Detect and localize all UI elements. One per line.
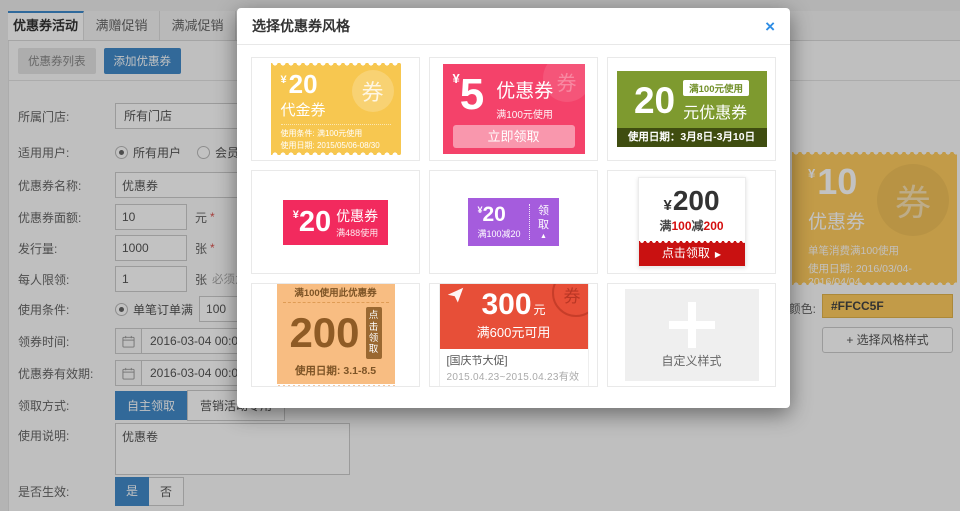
style-card-tomato[interactable]: 券 300元 满600元可用 [国庆节大促] 2015.04.23~2015.0… [429,283,598,387]
condition-value: 100 [671,219,691,233]
plus-icon [669,302,715,348]
coupon-thumb: 满100使用此优惠券 200 点击领取 使用日期: 3.1-8.5 [277,283,395,387]
amount: 300 [481,288,531,321]
use-condition: 满100减20 [477,227,520,240]
style-card-custom[interactable]: 自定义样式 [607,283,776,387]
style-card-peach[interactable]: 满100使用此优惠券 200 点击领取 使用日期: 3.1-8.5 [251,283,420,387]
currency: ¥ [663,197,671,214]
currency: ¥ [281,74,287,86]
coupon-thumb: ¥20 满100减20 领取 ▲ [468,198,558,247]
custom-style-label: 自定义样式 [661,352,721,369]
style-card-yellow-voucher[interactable]: 券 ¥20 代金券 使用条件: 满100元使用 使用日期: 2015/05/06… [251,57,420,161]
dotted-divider [529,204,530,241]
use-condition: 满488使用 [336,226,378,239]
modal-header: 选择优惠券风格 × [237,8,790,45]
style-grid: 券 ¥20 代金券 使用条件: 满100元使用 使用日期: 2015/05/06… [237,45,790,399]
coupon-thumb: ¥20 优惠券 满488使用 [283,200,388,245]
coupon-stamp-icon: 券 [352,70,394,112]
claim-now-button[interactable]: 立即领取 [453,125,575,148]
amount: 200 [289,314,359,352]
click-claim-button[interactable]: 点击领取 [366,307,382,359]
coupon-edge [639,241,745,245]
use-condition: 使用条件: 满100元使用 [281,128,391,140]
coupon-edge [271,150,401,155]
custom-style-box: 自定义样式 [625,289,759,381]
coupon-thumb: 券 300元 满600元可用 [国庆节大促] 2015.04.23~2015.0… [439,283,589,387]
amount: 200 [673,185,720,216]
condition-value: 200 [704,219,724,233]
use-condition: 满600元可用 [440,322,588,341]
paper-plane-icon [447,287,464,309]
triangle-up-icon: ▲ [538,233,550,240]
coupon-style-modal: 选择优惠券风格 × 券 ¥20 代金券 使用条件: 满100元使用 使用日期: … [237,8,790,408]
condition-text: 满 [659,219,671,233]
amount: 20 [289,69,318,99]
style-card-red-ribbon[interactable]: ¥20 优惠券 满488使用 [251,170,420,274]
condition-text: 减 [692,219,704,233]
modal-title: 选择优惠券风格 [252,16,350,36]
coupon-title: 优惠券 [336,206,378,226]
amount: 20 [483,203,506,226]
coupon-stamp-icon: 券 [543,57,591,102]
triangle-right-icon: ▶ [715,250,721,259]
use-date: 使用日期：3月8日-3月10日 [617,128,767,147]
coupon-edge [277,385,395,387]
coupon-thumb: 券 ¥5 优惠券 满100元使用 立即领取 [443,64,585,154]
coupon-thumb: ¥200 满100减200 点击领取▶ [638,177,746,267]
currency: ¥ [453,71,460,86]
condition-badge: 满100元使用 [683,80,749,96]
amount: 5 [460,70,484,119]
style-card-pink-claim[interactable]: 券 ¥5 优惠券 满100元使用 立即领取 [429,57,598,161]
coupon-edge [271,63,401,68]
claim-label: 领取 [538,204,550,233]
valid-range: 2015.04.23~2015.04.23有效 [447,368,581,383]
style-card-green-banner[interactable]: 20 满100元使用 元优惠券 使用日期：3月8日-3月10日 [607,57,776,161]
amount: 20 [634,84,675,117]
use-condition: 满100使用此优惠券 [283,283,389,303]
close-icon[interactable]: × [765,18,775,35]
coupon-title: 元优惠券 [683,99,749,123]
coupon-edge [440,386,588,388]
use-date: 使用日期: 3.1-8.5 [283,361,389,384]
style-card-purple-tag[interactable]: ¥20 满100减20 领取 ▲ [429,170,598,274]
click-claim-button[interactable]: 点击领取▶ [639,241,745,266]
amount-unit: 元 [534,303,546,317]
amount: 20 [299,206,331,238]
use-condition: 满100元使用 [496,106,553,121]
coupon-thumb: 20 满100元使用 元优惠券 使用日期：3月8日-3月10日 [617,71,767,147]
promo-name: [国庆节大促] [447,352,581,368]
style-card-white-red[interactable]: ¥200 满100减200 点击领取▶ [607,170,776,274]
coupon-thumb: 券 ¥20 代金券 使用条件: 满100元使用 使用日期: 2015/05/06… [271,63,401,155]
